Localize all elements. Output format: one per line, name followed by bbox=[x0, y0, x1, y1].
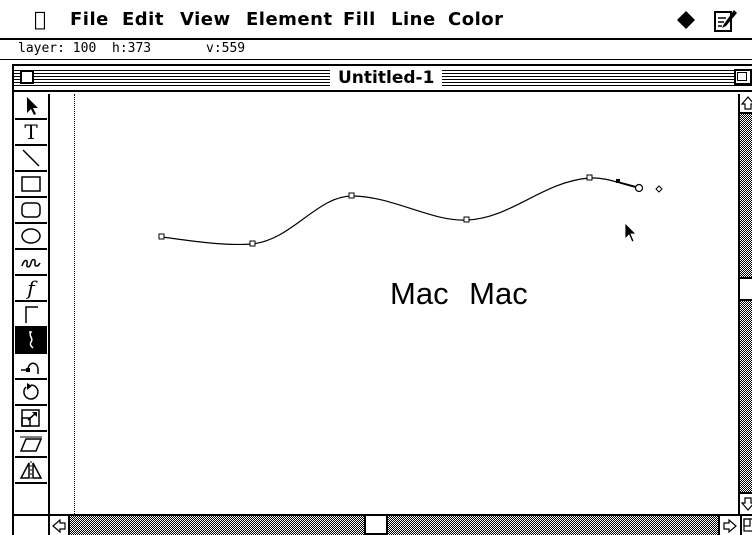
curve-stroke[interactable] bbox=[161, 177, 640, 246]
rotate-icon bbox=[23, 383, 39, 400]
apple-menu-icon[interactable]:  bbox=[34, 7, 47, 31]
scale-icon bbox=[21, 409, 40, 427]
vertical-scrollbar[interactable] bbox=[738, 94, 752, 514]
scroll-up-button[interactable] bbox=[740, 94, 752, 114]
control-handle-line bbox=[618, 181, 639, 188]
menu-fill[interactable]: Fill bbox=[343, 9, 376, 30]
horizontal-scrollbar[interactable] bbox=[50, 514, 740, 535]
line-icon bbox=[22, 149, 40, 167]
menu-line[interactable]: Line bbox=[391, 9, 436, 30]
scroll-down-arrow-icon bbox=[741, 497, 752, 511]
note-pencil-icon[interactable] bbox=[712, 8, 738, 34]
horizontal-scroll-thumb[interactable] bbox=[364, 514, 388, 535]
anchor-point[interactable] bbox=[348, 192, 355, 199]
scroll-down-button[interactable] bbox=[740, 492, 752, 514]
diamond-icon[interactable] bbox=[676, 10, 696, 30]
oval-tool[interactable] bbox=[15, 224, 47, 250]
size-box[interactable] bbox=[740, 514, 752, 535]
menu-edit[interactable]: Edit bbox=[122, 9, 164, 30]
menu-file[interactable]: File bbox=[70, 9, 109, 30]
skew-tool[interactable] bbox=[15, 432, 47, 458]
scroll-up-arrow-icon bbox=[741, 96, 752, 110]
menu-element[interactable]: Element bbox=[246, 9, 333, 30]
corner-icon bbox=[25, 306, 38, 323]
vertical-scroll-thumb[interactable] bbox=[738, 277, 752, 301]
menu-color[interactable]: Color bbox=[448, 9, 504, 30]
menu-bar:  File Edit View Element Fill Line Color bbox=[0, 0, 752, 40]
arrow-icon bbox=[27, 97, 38, 115]
rectangle-tool[interactable] bbox=[15, 172, 47, 198]
scroll-right-button[interactable] bbox=[718, 516, 740, 535]
zoom-box[interactable] bbox=[734, 69, 752, 85]
toolbox: T f bbox=[14, 94, 50, 514]
scrollbar-corner-left bbox=[14, 514, 50, 535]
connector-tool[interactable] bbox=[15, 354, 47, 380]
reflect-tool[interactable] bbox=[15, 458, 47, 484]
bezier-icon bbox=[29, 331, 34, 349]
reflect-icon bbox=[19, 461, 43, 480]
document-window: Untitled-1 T f Mac Mac bbox=[12, 64, 752, 535]
skew-icon bbox=[19, 436, 43, 452]
anchor-point[interactable] bbox=[463, 216, 470, 223]
scroll-left-button[interactable] bbox=[50, 516, 70, 535]
next-point-marker-icon bbox=[655, 185, 663, 193]
rectangle-icon bbox=[21, 176, 41, 192]
anchor-point[interactable] bbox=[158, 233, 165, 240]
active-anchor-point[interactable] bbox=[634, 183, 644, 193]
layer-readout: layer: 100 bbox=[18, 41, 97, 56]
connector-icon bbox=[21, 362, 39, 374]
canvas-text[interactable]: Mac Mac bbox=[390, 276, 528, 312]
info-bar: layer: 100 h:373 v:559 bbox=[0, 40, 752, 60]
resize-icon bbox=[743, 518, 752, 532]
v-readout: v:559 bbox=[206, 41, 246, 56]
text-tool[interactable]: T bbox=[15, 120, 47, 146]
line-tool[interactable] bbox=[15, 146, 47, 172]
title-bar[interactable]: Untitled-1 bbox=[14, 66, 752, 92]
corner-tool[interactable] bbox=[15, 302, 47, 328]
anchor-point[interactable] bbox=[586, 174, 593, 181]
arrow-tool[interactable] bbox=[15, 94, 47, 120]
bezier-tool[interactable] bbox=[15, 328, 47, 354]
drawing-canvas[interactable]: Mac Mac bbox=[52, 94, 738, 514]
control-point[interactable] bbox=[616, 179, 620, 183]
freehand-tool[interactable] bbox=[15, 250, 47, 276]
scale-tool[interactable] bbox=[15, 406, 47, 432]
arrow-cursor-icon bbox=[624, 222, 637, 243]
freehand-icon bbox=[21, 258, 41, 268]
scroll-right-arrow-icon bbox=[723, 518, 737, 533]
rounded-rectangle-tool[interactable] bbox=[15, 198, 47, 224]
curve-f-icon: f bbox=[27, 276, 35, 300]
oval-icon bbox=[21, 228, 41, 244]
anchor-point[interactable] bbox=[249, 240, 256, 247]
close-box[interactable] bbox=[20, 70, 34, 84]
curve-tool[interactable]: f bbox=[15, 276, 47, 302]
menu-view[interactable]: View bbox=[180, 9, 231, 30]
window-title: Untitled-1 bbox=[330, 67, 443, 89]
rounded-rectangle-icon bbox=[21, 202, 41, 218]
text-icon: T bbox=[24, 120, 38, 144]
h-readout: h:373 bbox=[112, 41, 152, 56]
rotate-tool[interactable] bbox=[15, 380, 47, 406]
scroll-left-arrow-icon bbox=[52, 518, 66, 533]
